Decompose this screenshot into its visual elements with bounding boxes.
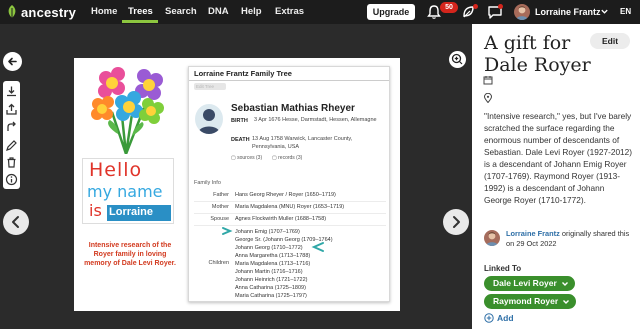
add-link-label: Add — [497, 313, 514, 323]
card-edit-tree-label: Edit Tree — [196, 84, 215, 89]
viewer-toolbar — [3, 81, 20, 189]
poster-caption: Intensive research of the Royer family i… — [84, 242, 176, 267]
teal-arrow-mark — [311, 242, 324, 252]
records-link: ▢ records (3) — [272, 155, 303, 161]
row-divider — [194, 201, 386, 202]
linked-person-pill[interactable]: Dale Levi Royer — [484, 276, 575, 291]
user-name-menu[interactable]: Lorraine Frantz — [535, 0, 601, 24]
logo-text: ancestry — [21, 4, 77, 20]
ancestry-logo[interactable]: ancestry — [6, 4, 76, 20]
location-pin-icon[interactable] — [483, 93, 493, 103]
sharer-name-link[interactable]: Lorraine Frantz — [506, 229, 560, 238]
rotate-icon[interactable] — [5, 121, 18, 134]
child-item: Johann Georg (1710–1772) — [235, 245, 303, 251]
card-title: Lorraine Frantz Family Tree — [194, 69, 292, 78]
leaf-logo-icon — [8, 5, 16, 18]
father-value: Hans Georg Rheyer / Royer (1650–1719) — [235, 192, 336, 198]
details-panel: A gift for Dale Royer Edit "Intensive re… — [472, 24, 640, 329]
plus-circle-icon — [484, 313, 494, 323]
hint-dot-badge — [473, 4, 478, 9]
calendar-icon[interactable] — [483, 75, 493, 85]
shared-by-info: Lorraine Frantz originally shared this o… — [506, 229, 636, 249]
children-label: Children — [208, 260, 229, 266]
chevron-right-icon — [453, 216, 460, 228]
person-silhouette-icon — [198, 109, 220, 134]
sources-link: ▢ sources (3) — [231, 155, 263, 161]
active-tab-indicator — [122, 20, 158, 23]
nav-help[interactable]: Help — [241, 0, 262, 24]
child-item: Maria Catharina (1725–1797) — [235, 293, 307, 299]
chevron-left-icon — [12, 216, 19, 228]
sources-text: sources (3) — [237, 155, 263, 161]
message-dot-badge — [498, 4, 503, 9]
records-text: records (3) — [278, 155, 303, 161]
person-avatar — [195, 104, 223, 134]
spouse-value: Agnes Flockwirth Muller (1688–1758) — [235, 216, 327, 222]
teal-arrow-mark — [222, 227, 233, 235]
spouse-label: Spouse — [210, 216, 229, 222]
share-icon[interactable] — [5, 103, 18, 116]
birth-label: BIRTH — [231, 118, 248, 124]
mother-label: Mother — [211, 204, 229, 210]
pencil-icon[interactable] — [5, 139, 18, 152]
chevron-down-icon[interactable] — [600, 7, 609, 16]
mother-value: Maria Magdalena (MNU) Royer (1653–1719) — [235, 204, 345, 210]
sharer-avatar-image — [486, 232, 498, 246]
birth-text: 3 Apr 1676 Hesse, Darmstadt, Hessen, All… — [254, 117, 377, 123]
myname-text: my name — [87, 182, 163, 201]
chevron-down-icon — [561, 281, 568, 286]
user-avatar[interactable] — [514, 4, 530, 20]
nav-search[interactable]: Search — [165, 0, 197, 24]
top-navigation: ancestry Home Trees Search DNA Help Extr… — [0, 0, 640, 24]
edit-button[interactable]: Edit — [590, 33, 630, 49]
zoom-button[interactable] — [449, 51, 466, 68]
child-item: Johann Martin (1716–1716) — [235, 269, 303, 275]
child-item: Johann Emig (1707–1769) — [235, 229, 300, 235]
death-label: DEATH — [231, 137, 250, 143]
linked-person-name: Dale Levi Royer — [493, 278, 557, 288]
family-tree-card: Lorraine Frantz Family Tree Edit Tree Se… — [188, 66, 390, 302]
arrow-left-icon — [8, 57, 17, 66]
chevron-down-icon — [563, 299, 570, 304]
description-text: "Intensive research," yes, but I've bare… — [484, 111, 633, 205]
child-item: Maria Magdalena (1713–1716) — [235, 261, 311, 267]
upgrade-button[interactable]: Upgrade — [367, 4, 415, 20]
trash-icon[interactable] — [5, 156, 18, 169]
nav-extras[interactable]: Extras — [275, 0, 304, 24]
name-tag-text: Lorraine — [109, 206, 154, 218]
page-title: A gift for Dale Royer — [484, 32, 591, 76]
add-link-button[interactable]: Add — [484, 313, 514, 323]
linked-person-pill[interactable]: Raymond Royer — [484, 294, 577, 309]
child-item: Anna Margaretha (1713–1788) — [235, 253, 311, 259]
child-item: Anna Catharina (1725–1809) — [235, 285, 306, 291]
hello-text: Hello — [89, 159, 143, 181]
linked-to-heading: Linked To — [484, 264, 522, 273]
info-icon[interactable] — [5, 173, 18, 186]
media-viewer: Hello my name is Lorraine Intensive rese… — [0, 24, 472, 329]
row-divider — [194, 213, 386, 214]
card-header: Lorraine Frantz Family Tree — [189, 67, 389, 81]
notification-badge: 50 — [440, 2, 458, 13]
person-name: Sebastian Mathias Rheyer — [231, 103, 355, 114]
user-avatar-image — [516, 6, 528, 20]
child-item: Johann Heinrich (1721–1722) — [235, 277, 308, 283]
next-button[interactable] — [443, 209, 469, 235]
sharer-avatar[interactable] — [484, 230, 500, 246]
nav-dna[interactable]: DNA — [208, 0, 229, 24]
is-text: is — [89, 201, 102, 220]
death-text: 13 Aug 1758 Warwick, Lancaster County, P… — [252, 136, 353, 150]
language-selector[interactable]: EN — [620, 0, 631, 24]
hello-name-tag: Hello my name is Lorraine — [82, 158, 174, 224]
family-info-heading: Family Info — [194, 180, 221, 186]
nav-home[interactable]: Home — [91, 0, 117, 24]
download-icon[interactable] — [5, 85, 18, 98]
zoom-in-icon — [451, 53, 463, 65]
father-label: Father — [213, 192, 229, 198]
flower-bouquet-illustration — [91, 67, 164, 154]
linked-person-name: Raymond Royer — [493, 296, 559, 306]
back-button[interactable] — [3, 52, 22, 71]
previous-button[interactable] — [3, 209, 29, 235]
